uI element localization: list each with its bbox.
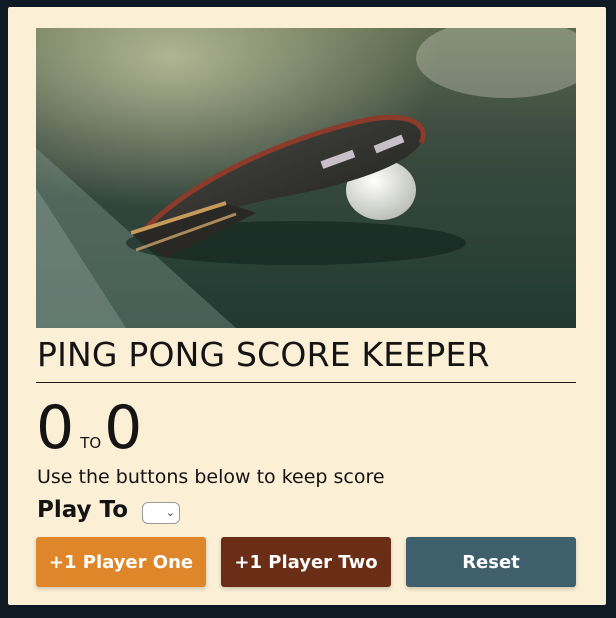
score-separator: TO [80,434,102,452]
play-to-label: Play To [37,497,128,523]
player-two-score: 0 [104,393,143,463]
title-divider [36,382,576,383]
player-two-button[interactable]: +1 Player Two [221,537,391,587]
play-to-select[interactable]: ⌄ [142,502,180,524]
score-keeper-card: PING PONG SCORE KEEPER 0 TO 0 Use the bu… [8,7,606,605]
play-to-row: Play To ⌄ [37,497,180,524]
page-title: PING PONG SCORE KEEPER [37,335,490,374]
chevron-down-icon: ⌄ [165,506,175,519]
instructions-text: Use the buttons below to keep score [37,466,385,488]
reset-button[interactable]: Reset [406,537,576,587]
player-one-button[interactable]: +1 Player One [36,537,206,587]
score-display: 0 TO 0 [36,393,142,463]
player-one-score: 0 [36,393,75,463]
ping-pong-photo [36,28,576,328]
paddle-and-ball-image [36,28,576,328]
